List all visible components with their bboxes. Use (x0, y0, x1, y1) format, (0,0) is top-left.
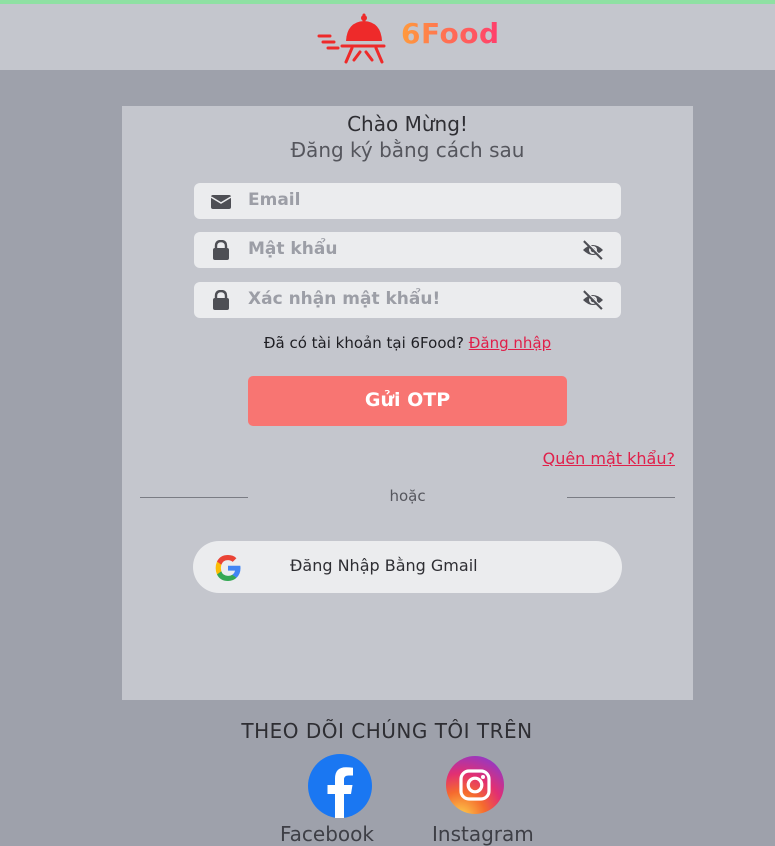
facebook-icon[interactable] (308, 754, 372, 818)
brand-name[interactable]: 6Food (401, 17, 500, 50)
have-account-row: Đã có tài khoản tại 6Food? Đăng nhập (122, 334, 693, 352)
google-login-button[interactable]: Đăng Nhập Bằng Gmail (193, 541, 622, 593)
facebook-label[interactable]: Facebook (280, 822, 374, 846)
divider-right (567, 497, 675, 498)
have-account-text: Đã có tài khoản tại 6Food? (263, 334, 464, 352)
restaurant-cloche-logo-icon[interactable] (316, 8, 386, 66)
greeting-title: Chào Mừng! (347, 112, 468, 136)
forgot-password-link[interactable]: Quên mật khẩu? (543, 449, 675, 468)
eye-slash-icon[interactable] (581, 240, 605, 260)
google-icon (215, 555, 241, 581)
eye-slash-icon[interactable] (581, 290, 605, 310)
send-otp-button[interactable]: Gửi OTP (248, 376, 567, 426)
envelope-icon (210, 195, 232, 209)
or-text: hoặc (389, 487, 426, 505)
password-field[interactable]: Mật khẩu (194, 232, 621, 268)
google-login-label: Đăng Nhập Bằng Gmail (290, 556, 478, 575)
instagram-label[interactable]: Instagram (432, 822, 534, 846)
signup-card: Chào Mừng! Đăng ký bằng cách sau Email M… (122, 106, 693, 700)
app-header: 6Food (0, 4, 775, 70)
instagram-icon[interactable] (446, 756, 504, 814)
login-link[interactable]: Đăng nhập (469, 334, 551, 352)
email-field[interactable]: Email (194, 183, 621, 219)
lock-icon (213, 240, 229, 260)
password-placeholder: Mật khẩu (248, 239, 338, 259)
confirm-password-placeholder: Xác nhận mật khẩu! (248, 289, 441, 309)
lock-icon (213, 290, 229, 310)
confirm-password-field[interactable]: Xác nhận mật khẩu! (194, 282, 621, 318)
follow-us-title: THEO DÕI CHÚNG TÔI TRÊN (241, 719, 533, 743)
email-placeholder: Email (248, 190, 301, 210)
signup-subtitle: Đăng ký bằng cách sau (290, 138, 525, 162)
